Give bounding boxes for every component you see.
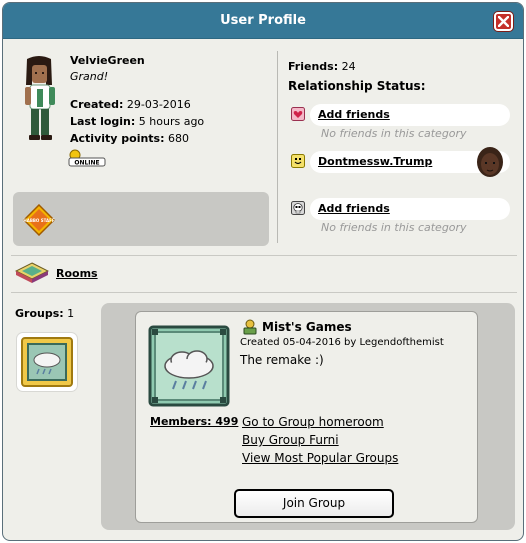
add-friends-label: Add friends (318, 108, 390, 121)
group-homeroom-link[interactable]: Go to Group homeroom (242, 415, 384, 429)
close-button[interactable] (494, 12, 513, 31)
group-created-info: Created 05-04-2016 by Legendofthemist (240, 337, 444, 348)
rain-cloud-icon (21, 337, 73, 387)
titlebar[interactable]: User Profile (3, 3, 523, 39)
window-title: User Profile (220, 13, 306, 28)
activity-value: 680 (168, 132, 189, 145)
rooms-icon[interactable] (15, 262, 49, 284)
friends-count: 24 (341, 60, 356, 73)
staff-badge-icon[interactable]: HABBO STAFF (23, 204, 55, 236)
empty-category-text: No friends in this category (321, 127, 467, 140)
group-name: Mist's Games (262, 320, 352, 334)
friend-avatar-head[interactable] (473, 145, 507, 179)
online-status-icon: ONLINE (68, 149, 106, 167)
groups-count: 1 (67, 307, 75, 320)
smile-icon (291, 154, 305, 168)
friend-name-link: Dontmessw.Trump (318, 155, 433, 168)
activity-label: Activity points: (70, 132, 165, 145)
groups-label: Groups: (15, 307, 64, 320)
activity-line: Activity points: 680 (70, 132, 189, 145)
last-login-line: Last login: 5 hours ago (70, 115, 204, 128)
section-divider (11, 292, 517, 293)
skull-icon (291, 201, 305, 215)
add-friends-label: Add friends (318, 202, 390, 215)
join-group-button[interactable]: Join Group (234, 489, 394, 518)
add-friends-link-skull[interactable]: Add friends (310, 198, 510, 220)
created-label: Created: (70, 98, 124, 111)
user-profile-window: User Profile VelvieGreen Grand! Created:… (2, 2, 524, 541)
add-friends-link-heart[interactable]: Add friends (310, 104, 510, 126)
user-avatar (25, 56, 55, 140)
close-icon (498, 16, 509, 27)
group-badge-icon (148, 325, 230, 407)
group-description: The remake :) (240, 353, 324, 367)
relationship-status-title: Relationship Status: (288, 79, 426, 93)
relationship-row-skull: Add friends (288, 198, 514, 220)
rooms-link[interactable]: Rooms (56, 267, 98, 280)
badges-box: HABBO STAFF (13, 192, 269, 246)
heart-icon (291, 107, 305, 121)
created-line: Created: 29-03-2016 (70, 98, 191, 111)
popular-groups-link[interactable]: View Most Popular Groups (242, 451, 398, 465)
friends-line: Friends: 24 (288, 60, 356, 73)
group-owner-icon (243, 319, 257, 335)
last-login-label: Last login: (70, 115, 136, 128)
created-value: 29-03-2016 (126, 98, 191, 111)
staff-badge-text: HABBO STAFF (23, 218, 54, 223)
relationship-row-heart: Add friends (288, 104, 514, 126)
empty-category-text: No friends in this category (321, 221, 467, 234)
groups-count-line: Groups: 1 (15, 307, 74, 320)
vertical-divider (277, 51, 278, 243)
group-members-link[interactable]: Members: 499 (150, 415, 238, 428)
username: VelvieGreen (70, 54, 145, 67)
last-login-value: 5 hours ago (138, 115, 205, 128)
motto: Grand! (70, 70, 109, 83)
online-badge-text: ONLINE (74, 160, 99, 167)
friends-label: Friends: (288, 60, 339, 73)
buy-group-furni-link[interactable]: Buy Group Furni (242, 433, 339, 447)
group-thumbnail[interactable] (17, 333, 77, 391)
section-divider (11, 255, 517, 256)
